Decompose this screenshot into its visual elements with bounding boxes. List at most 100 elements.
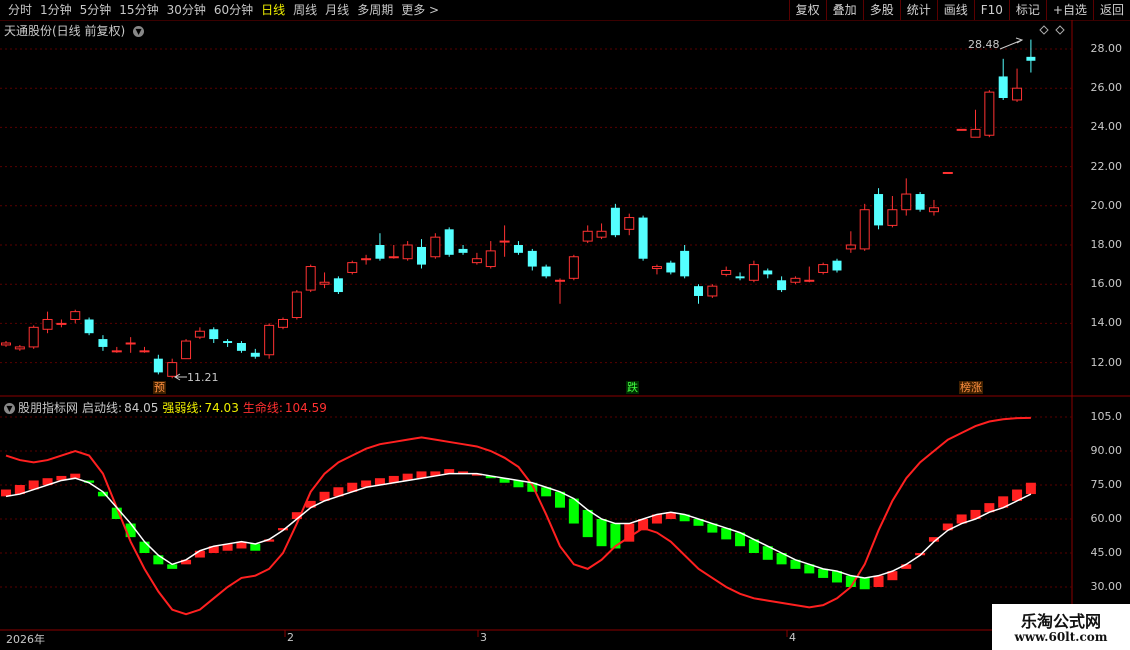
candlestick [388,245,399,259]
chevron-down-icon[interactable]: ▼ [4,403,15,414]
candlestick [596,223,607,240]
candlestick [513,241,523,255]
indicator-name: 股朋指标网 [18,401,79,415]
price-tick: 24.00 [1090,120,1123,134]
indicator-bar [873,575,884,587]
candle-body [942,171,953,174]
candle-body [928,207,939,213]
candlestick [347,260,358,275]
candle-body [291,291,302,319]
candle-body [417,246,426,265]
indicator-bars [1,469,1036,590]
candlestick [361,254,372,265]
date-label-feb: 2 [287,631,294,644]
candlesticks [1,39,1036,379]
indicator-bar [139,541,150,553]
candlestick [763,268,773,279]
candle-body [98,339,108,347]
price-tick: 28.00 [1090,42,1123,55]
candle-body [375,245,385,259]
candlestick [375,233,385,261]
candle-body [485,250,496,268]
candlestick [915,192,925,212]
indicator-tick: 90.00 [1090,444,1123,457]
candlestick [209,327,219,343]
indicator-tick: 105.0 [1090,410,1123,423]
candlestick [832,258,842,273]
candlestick [111,346,122,353]
candle-body [1,342,11,346]
tag-bangzhang: 榜涨 [959,381,983,394]
candlestick [845,231,856,253]
indicator-tick: 30.00 [1090,580,1123,593]
candle-body [430,236,441,258]
candlestick [278,317,288,330]
candle-body [1012,87,1023,101]
candle-body [181,340,192,360]
candlestick [735,272,745,281]
candlestick [874,188,884,230]
candle-body [333,278,343,293]
low-price-label: 11.21 [187,371,219,384]
candle-body [527,250,537,267]
candlestick [1012,68,1023,102]
candle-body [28,326,39,348]
candlestick [236,341,246,353]
diamond-icon [1039,25,1049,35]
candle-body [167,362,178,377]
candle-body [915,194,925,210]
candle-body [624,217,635,230]
indicator-bar [859,577,870,590]
candlestick [859,203,870,251]
candle-body [278,318,288,328]
candle-body [901,193,912,211]
price-tick: 12.00 [1090,355,1123,369]
diamond-icon [1055,25,1065,35]
candle-body [651,266,662,270]
candlestick [14,344,25,351]
line1-label: 启动线: [82,401,123,415]
candle-body [735,276,745,279]
candle-body [748,264,759,281]
date-label-mar: 3 [480,631,487,644]
candlestick [458,245,468,255]
candle-body [388,256,399,259]
candlestick [417,239,426,269]
candle-body [70,311,81,320]
candlestick [499,225,510,257]
candlestick [721,266,732,277]
candlestick [167,358,178,379]
candlestick [402,241,413,261]
candlestick [527,248,537,271]
indicator-bar [194,550,205,558]
candle-body [56,322,67,325]
watermark: 乐淘公式网 www.60lt.com [992,604,1130,650]
candle-body [264,324,275,356]
indicator-title: ▼ 股朋指标网 启动线: 84.05 强弱线: 74.03 生命线: 104.59 [4,399,331,416]
candlestick [666,260,676,275]
candlestick [194,327,205,340]
candle-body [721,269,732,275]
candle-body [111,350,122,353]
candle-body [638,217,648,259]
candle-body [499,240,510,243]
candlestick [624,213,635,236]
candle-body [763,270,773,275]
candle-body [694,286,703,296]
line3-label: 生命线: [242,401,283,415]
candle-body [818,264,829,273]
candle-body [1026,56,1036,61]
candlestick [970,109,981,138]
indicator-bar [818,568,829,578]
indicator-tick: 60.00 [1090,512,1123,525]
candlestick [818,262,829,275]
candle-body [42,318,53,330]
kline-chart[interactable] [0,0,1130,650]
candlestick [70,309,81,324]
candle-body [194,330,205,338]
indicator-bar [1025,482,1036,495]
candlestick [582,225,593,244]
candlestick [901,178,912,216]
candle-body [555,279,565,282]
candlestick [485,241,496,269]
